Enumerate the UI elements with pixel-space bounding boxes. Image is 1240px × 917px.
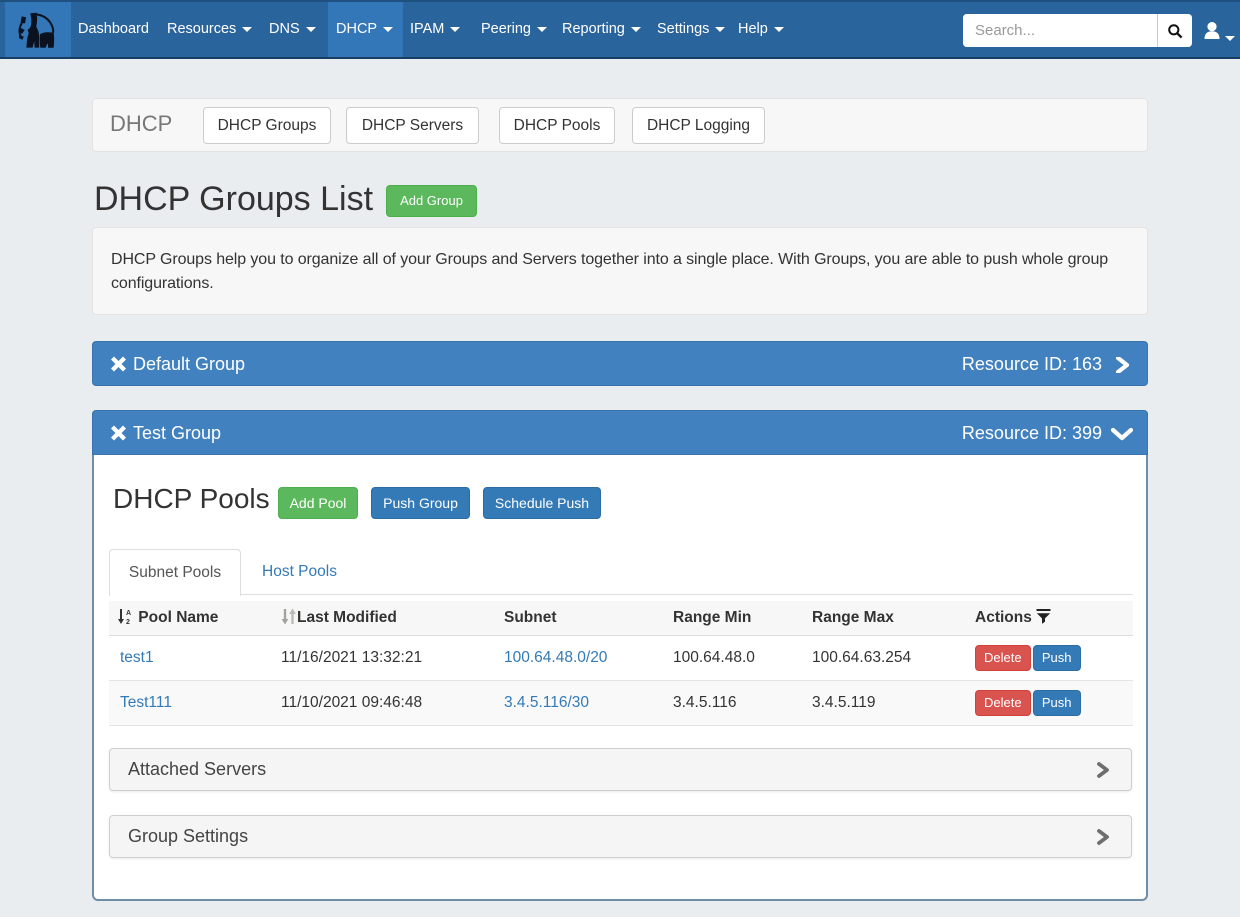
svg-text:2: 2 xyxy=(126,619,130,625)
svg-text:A: A xyxy=(126,610,131,617)
